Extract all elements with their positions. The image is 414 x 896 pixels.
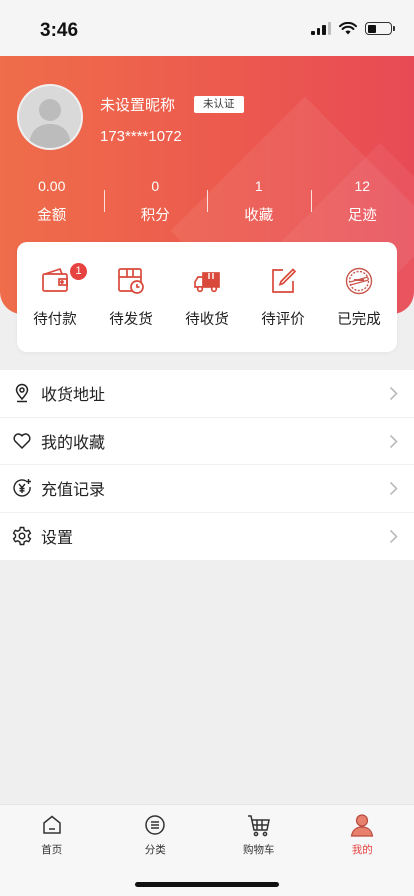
stat-balance[interactable]: 0.00 金额 xyxy=(0,178,104,228)
wifi-icon xyxy=(339,22,357,35)
chevron-right-icon xyxy=(389,529,398,543)
user-icon xyxy=(351,814,374,837)
battery-icon xyxy=(365,22,395,35)
stats-row: 0.00 金额 0 积分 1 收藏 12 足迹 xyxy=(0,178,414,228)
status-icons xyxy=(311,22,395,35)
stat-value: 0 xyxy=(151,178,160,194)
wallet-icon xyxy=(42,267,68,292)
stamp-icon xyxy=(345,267,373,295)
tab-mine[interactable]: 我的 xyxy=(311,805,414,896)
pending-payment-badge: 1 xyxy=(70,263,87,280)
gear-icon xyxy=(12,527,32,546)
stat-label: 积分 xyxy=(140,208,170,224)
stat-value: 1 xyxy=(254,178,263,194)
menu-label: 设置 xyxy=(41,528,74,548)
order-label: 已完成 xyxy=(337,312,381,328)
order-label: 待收货 xyxy=(185,312,229,328)
menu-item-address[interactable]: 收货地址 xyxy=(0,370,414,418)
order-pending-shipment[interactable]: 待发货 xyxy=(93,242,169,352)
menu-item-recharge-history[interactable]: 充值记录 xyxy=(0,465,414,513)
status-time: 3:46 xyxy=(40,20,79,41)
stat-favorites[interactable]: 1 收藏 xyxy=(207,178,311,228)
package-clock-icon xyxy=(118,268,144,294)
chevron-right-icon xyxy=(389,481,398,496)
avatar[interactable] xyxy=(17,84,83,150)
menu-item-favorites[interactable]: 我的收藏 xyxy=(0,418,414,465)
order-status-card: 1 待付款 待发货 待收货 待评价 已完成 xyxy=(17,242,397,352)
tab-label: 我的 xyxy=(351,844,373,856)
menu-list: 收货地址 我的收藏 充值记录 设置 xyxy=(0,370,414,560)
verify-badge[interactable]: 未认证 xyxy=(194,96,244,113)
phone-number: 173****1072 xyxy=(100,128,182,145)
order-label: 待发货 xyxy=(109,312,153,328)
edit-icon xyxy=(272,268,297,293)
tab-home[interactable]: 首页 xyxy=(0,805,104,896)
nickname[interactable]: 未设置昵称 xyxy=(100,94,175,115)
chevron-right-icon xyxy=(389,386,398,401)
order-pending-payment[interactable]: 1 待付款 xyxy=(17,242,93,352)
menu-label: 收货地址 xyxy=(41,385,106,405)
menu-item-settings[interactable]: 设置 xyxy=(0,513,414,561)
status-bar: 3:46 xyxy=(0,0,414,56)
menu-label: 我的收藏 xyxy=(41,432,106,452)
order-pending-receipt[interactable]: 待收货 xyxy=(169,242,245,352)
order-completed[interactable]: 已完成 xyxy=(321,242,397,352)
order-label: 待评价 xyxy=(261,312,305,328)
stat-value: 12 xyxy=(354,178,371,194)
heart-icon xyxy=(13,433,31,449)
yuan-plus-icon xyxy=(13,479,31,497)
tab-label: 购物车 xyxy=(243,844,275,856)
home-indicator xyxy=(135,882,279,887)
truck-icon xyxy=(194,272,220,293)
stat-points[interactable]: 0 积分 xyxy=(103,178,208,228)
chevron-right-icon xyxy=(389,434,398,448)
order-label: 待付款 xyxy=(33,312,77,328)
list-icon xyxy=(145,815,165,835)
location-pin-icon xyxy=(15,384,29,403)
stat-footprints[interactable]: 12 足迹 xyxy=(310,178,414,228)
stat-label: 金额 xyxy=(37,208,67,224)
home-icon xyxy=(43,815,61,834)
stat-label: 足迹 xyxy=(347,208,377,224)
stat-label: 收藏 xyxy=(244,208,274,224)
tab-label: 分类 xyxy=(144,844,166,856)
signal-icon xyxy=(311,22,331,35)
cart-icon xyxy=(247,815,270,837)
stat-value: 0.00 xyxy=(38,178,66,194)
menu-label: 充值记录 xyxy=(41,480,106,500)
order-pending-review[interactable]: 待评价 xyxy=(245,242,321,352)
default-avatar-icon xyxy=(29,99,71,148)
tab-label: 首页 xyxy=(41,844,63,856)
